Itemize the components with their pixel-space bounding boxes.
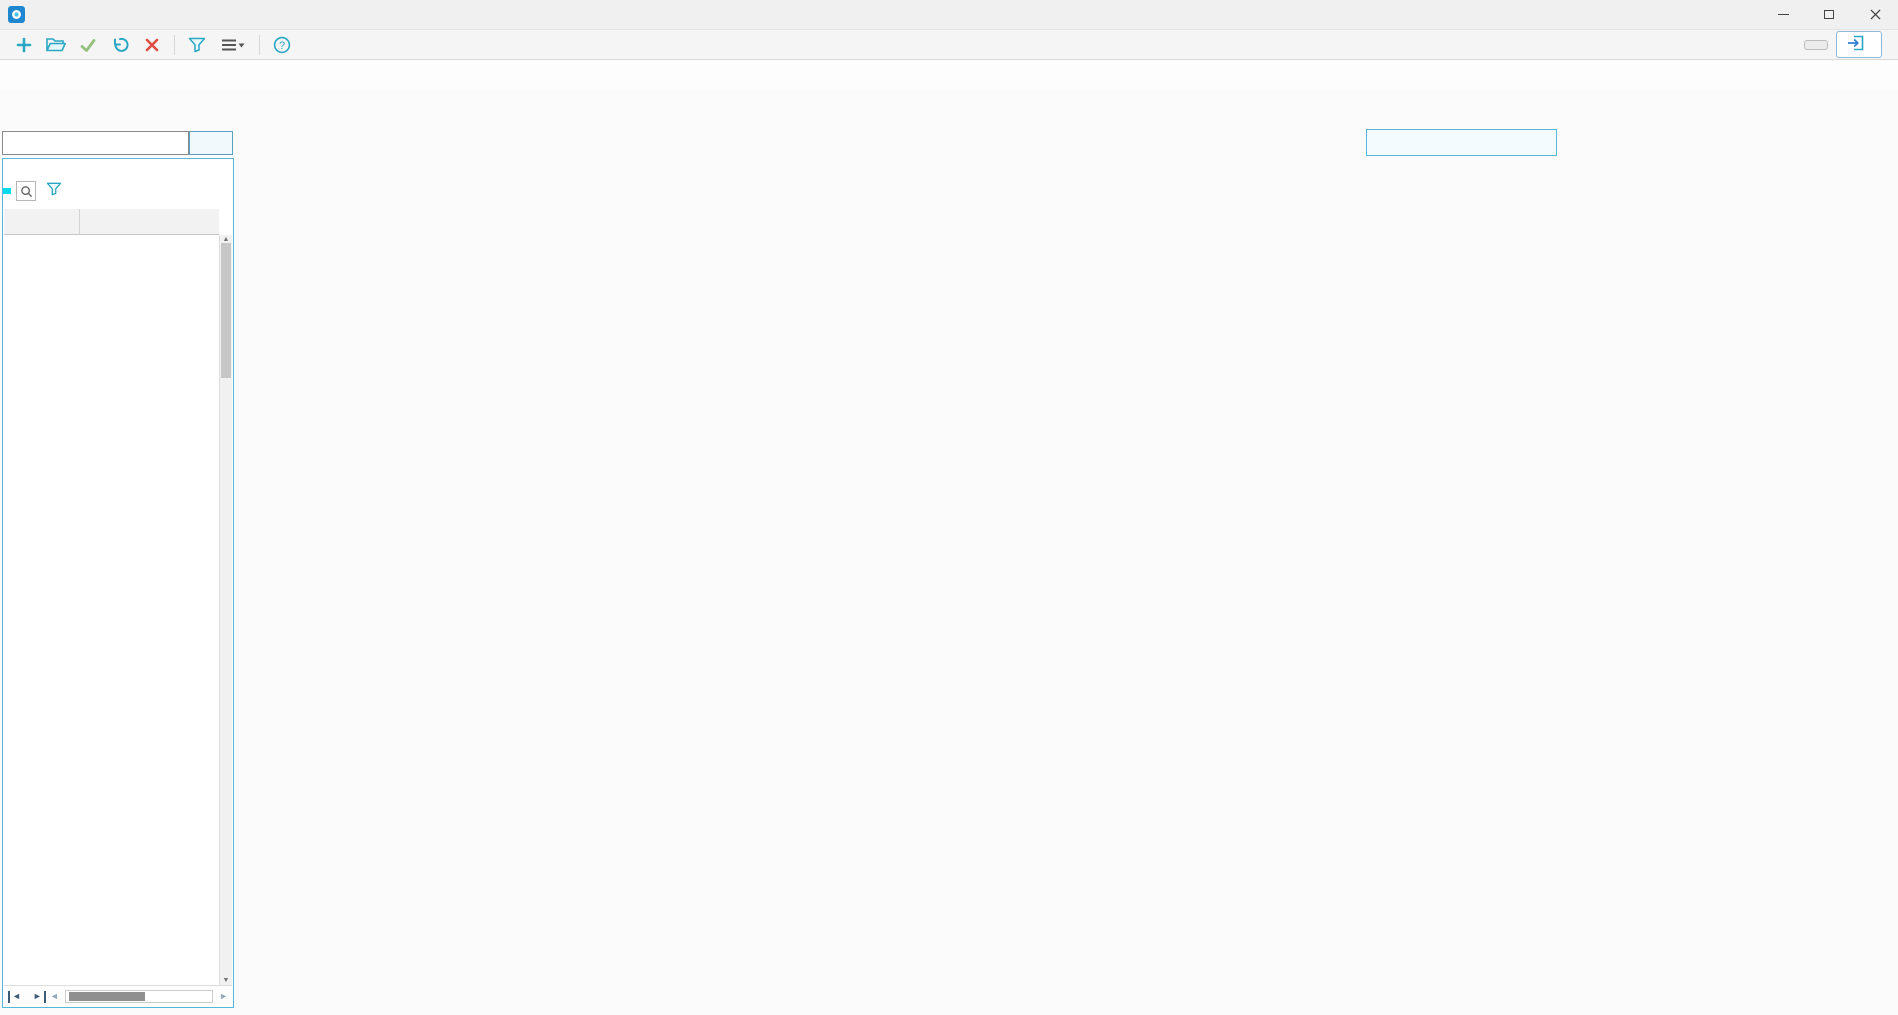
confirm-button[interactable]	[72, 32, 104, 58]
pager-next-icon[interactable]	[219, 991, 228, 1003]
help-button[interactable]: ?	[266, 32, 298, 58]
vertical-scrollbar[interactable]	[219, 235, 232, 985]
open-folder-button[interactable]	[40, 32, 72, 58]
sidebar-toolbar	[3, 175, 233, 207]
main-toolbar: ?	[0, 30, 1898, 60]
pager-first-icon[interactable]	[8, 991, 21, 1003]
svg-text:?: ?	[279, 40, 285, 52]
filter-funnel-icon[interactable]	[46, 182, 62, 201]
column-header-descrizione-fact[interactable]	[80, 209, 219, 234]
titlebar	[0, 0, 1898, 30]
horizontal-scrollbar-thumb[interactable]	[69, 992, 145, 1001]
filtra-button[interactable]	[189, 131, 233, 155]
altre-impostazioni-button[interactable]	[1366, 129, 1557, 156]
pager	[4, 985, 232, 1007]
toolbar-separator	[174, 35, 175, 55]
application-window: ?	[0, 0, 1898, 1015]
toolbar-separator	[259, 35, 260, 55]
esci-button[interactable]	[1836, 31, 1882, 58]
maximize-button[interactable]	[1806, 0, 1852, 30]
selected-text-fragment[interactable]	[3, 188, 11, 194]
panel-dati-ciclo	[2, 158, 234, 1008]
record-header	[0, 61, 1898, 89]
close-button[interactable]	[1852, 0, 1898, 30]
exit-icon	[1847, 35, 1865, 54]
menu-button[interactable]	[213, 32, 253, 58]
column-header-seleziona[interactable]	[4, 209, 80, 234]
delete-button[interactable]	[136, 32, 168, 58]
pager-prev-icon[interactable]	[50, 991, 59, 1003]
filter-input[interactable]	[2, 131, 189, 155]
search-icon[interactable]	[16, 181, 36, 201]
app-icon	[8, 6, 25, 23]
undo-button[interactable]	[104, 32, 136, 58]
trova-button[interactable]	[1804, 40, 1828, 50]
sidebar-grid-body	[4, 235, 219, 985]
filter-button[interactable]	[181, 32, 213, 58]
minimize-button[interactable]	[1760, 0, 1806, 30]
pager-last-icon[interactable]	[33, 991, 46, 1003]
add-button[interactable]	[8, 32, 40, 58]
sidebar-grid-header	[4, 209, 219, 235]
horizontal-scrollbar[interactable]	[65, 990, 213, 1003]
